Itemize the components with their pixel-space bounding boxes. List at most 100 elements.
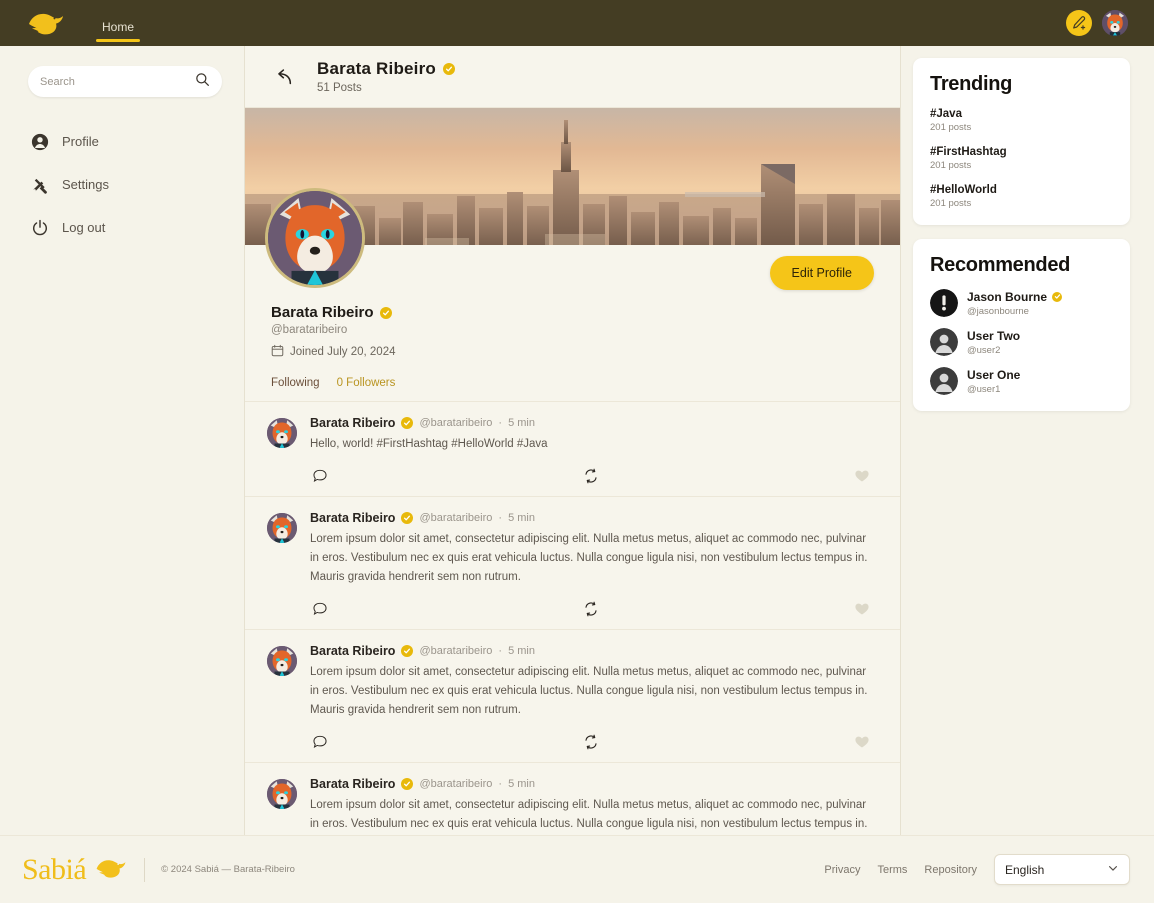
heart-icon[interactable] xyxy=(852,466,872,486)
heart-icon[interactable] xyxy=(852,599,872,619)
recommended-user-handle: @user1 xyxy=(967,383,1001,395)
post-author-avatar[interactable] xyxy=(267,418,297,449)
default-avatar[interactable] xyxy=(930,367,958,395)
footer-copyright: © 2024 Sabiá — Barata-Ribeiro xyxy=(161,864,295,875)
post-separator: · xyxy=(498,512,503,525)
recommended-user-handle: @jasonbourne xyxy=(967,305,1029,317)
recommended-user[interactable]: User Two @user2 xyxy=(930,328,1113,356)
post-author-handle[interactable]: @barataribeiro xyxy=(419,645,492,657)
recommended-card: Recommended Jason Bourne @jasonbourne Us… xyxy=(913,239,1130,411)
trending-count: 201 posts xyxy=(930,160,972,171)
post-author-name[interactable]: Barata Ribeiro xyxy=(310,644,395,658)
user-avatar[interactable] xyxy=(1102,10,1128,36)
recommended-user-info: Jason Bourne @jasonbourne xyxy=(967,290,1063,317)
trending-item[interactable]: #HelloWorld 201 posts xyxy=(930,184,1113,209)
post-header: Barata Ribeiro @barataribeiro · 5 min xyxy=(310,644,878,658)
following-count[interactable]: Following xyxy=(271,377,320,389)
trending-count: 201 posts xyxy=(930,122,972,133)
recommended-title: Recommended xyxy=(930,254,1071,276)
recommended-user-info: User Two @user2 xyxy=(967,329,1020,356)
bird-logo-icon[interactable] xyxy=(24,8,68,38)
post-author-name[interactable]: Barata Ribeiro xyxy=(310,416,395,430)
post-text: Lorem ipsum dolor sit amet, consectetur … xyxy=(310,799,868,831)
post-text: Lorem ipsum dolor sit amet, consectetur … xyxy=(310,666,868,717)
user-circle-icon xyxy=(30,132,49,151)
post-header: Barata Ribeiro @barataribeiro · 5 min xyxy=(310,416,878,430)
recommended-user[interactable]: User One @user1 xyxy=(930,367,1113,395)
repost-icon[interactable] xyxy=(581,732,601,752)
tools-icon xyxy=(30,175,49,194)
app-root: Home Search Profile Settings Log out Bar… xyxy=(0,0,1154,903)
post-author-name[interactable]: Barata Ribeiro xyxy=(310,777,395,791)
verified-badge-icon xyxy=(443,63,456,75)
trending-tag: #Java xyxy=(930,108,962,120)
post-author-handle[interactable]: @barataribeiro xyxy=(419,778,492,790)
post-item[interactable]: Barata Ribeiro @barataribeiro · 5 min Lo… xyxy=(245,496,900,629)
posts-count: 51 Posts xyxy=(317,82,362,94)
back-arrow-icon[interactable] xyxy=(271,65,295,89)
footer-divider xyxy=(144,857,146,882)
dark-avatar[interactable] xyxy=(930,289,958,317)
footer-link-repository[interactable]: Repository xyxy=(924,864,977,876)
profile-avatar[interactable] xyxy=(265,188,365,289)
footer-link-privacy[interactable]: Privacy xyxy=(824,864,860,876)
post-item[interactable]: Barata Ribeiro @barataribeiro · 5 min He… xyxy=(245,401,900,496)
compose-pencil-plus-icon[interactable] xyxy=(1066,10,1092,36)
sidebar-item-label: Profile xyxy=(62,134,99,149)
post-body: Barata Ribeiro @barataribeiro · 5 min Lo… xyxy=(310,511,878,619)
recommended-user[interactable]: Jason Bourne @jasonbourne xyxy=(930,289,1113,317)
post-actions xyxy=(310,599,878,619)
post-item[interactable]: Barata Ribeiro @barataribeiro · 5 min Lo… xyxy=(245,629,900,762)
main-feed-column: Barata Ribeiro 51 Posts Edit Profile Bar… xyxy=(244,46,901,835)
post-separator: · xyxy=(498,417,503,430)
recommended-user-handle: @user2 xyxy=(967,344,1001,356)
repost-icon[interactable] xyxy=(581,599,601,619)
trending-title: Trending xyxy=(930,73,1013,95)
repost-icon[interactable] xyxy=(581,466,601,486)
search-icon[interactable] xyxy=(195,72,210,92)
main-nav: Home xyxy=(94,0,142,46)
sidebar-item-profile[interactable]: Profile xyxy=(28,127,222,156)
post-body: Barata Ribeiro @barataribeiro · 5 min Lo… xyxy=(310,644,878,752)
footer-logo[interactable]: Sabiá xyxy=(22,853,128,887)
trending-item[interactable]: #FirstHashtag 201 posts xyxy=(930,146,1113,171)
post-item[interactable]: Barata Ribeiro @barataribeiro · 5 min Lo… xyxy=(245,762,900,835)
sidebar-item-settings[interactable]: Settings xyxy=(28,170,222,199)
followers-count[interactable]: 0 Followers xyxy=(337,377,396,389)
trending-item[interactable]: #Java 201 posts xyxy=(930,108,1113,133)
post-author-handle[interactable]: @barataribeiro xyxy=(419,417,492,429)
profile-name-text: Barata Ribeiro xyxy=(271,304,374,322)
post-author-avatar[interactable] xyxy=(267,513,297,544)
profile-info-block: Edit Profile Barata Ribeiro @barataribei… xyxy=(245,188,900,401)
nav-item-home[interactable]: Home xyxy=(94,21,142,46)
post-author-handle[interactable]: @barataribeiro xyxy=(419,512,492,524)
sidebar-item-logout[interactable]: Log out xyxy=(28,213,222,242)
post-author-avatar[interactable] xyxy=(267,779,297,810)
heart-icon[interactable] xyxy=(852,732,872,752)
post-author-name[interactable]: Barata Ribeiro xyxy=(310,511,395,525)
edit-profile-button[interactable]: Edit Profile xyxy=(769,256,874,291)
default-avatar[interactable] xyxy=(930,328,958,356)
post-text: Hello, world! #FirstHashtag #HelloWorld … xyxy=(310,438,548,451)
comment-icon[interactable] xyxy=(310,466,330,486)
post-author-avatar[interactable] xyxy=(267,646,297,677)
comment-icon[interactable] xyxy=(310,732,330,752)
post-timestamp: 5 min xyxy=(508,512,535,525)
left-sidebar: Profile Settings xyxy=(0,46,244,835)
profile-stats: Following 0 Followers xyxy=(271,377,874,389)
language-select[interactable]: English xyxy=(994,854,1130,885)
page-footer: Sabiá © 2024 Sabiá — Barata-Ribeiro Priv… xyxy=(0,835,1154,903)
post-timestamp: 5 min xyxy=(508,778,535,791)
feed-header: Barata Ribeiro 51 Posts xyxy=(245,46,900,108)
page-title-text: Barata Ribeiro xyxy=(317,59,437,78)
comment-icon[interactable] xyxy=(310,599,330,619)
right-sidebar: Trending #Java 201 posts #FirstHashtag 2… xyxy=(901,46,1154,835)
verified-badge-icon xyxy=(401,778,414,791)
footer-logo-text: Sabiá xyxy=(22,852,87,886)
language-select-value: English xyxy=(1005,862,1045,877)
search-box[interactable] xyxy=(28,66,222,97)
profile-handle: @barataribeiro xyxy=(271,324,348,337)
search-input[interactable] xyxy=(40,75,195,88)
bird-logo-icon xyxy=(94,853,128,887)
footer-link-terms[interactable]: Terms xyxy=(877,864,907,876)
